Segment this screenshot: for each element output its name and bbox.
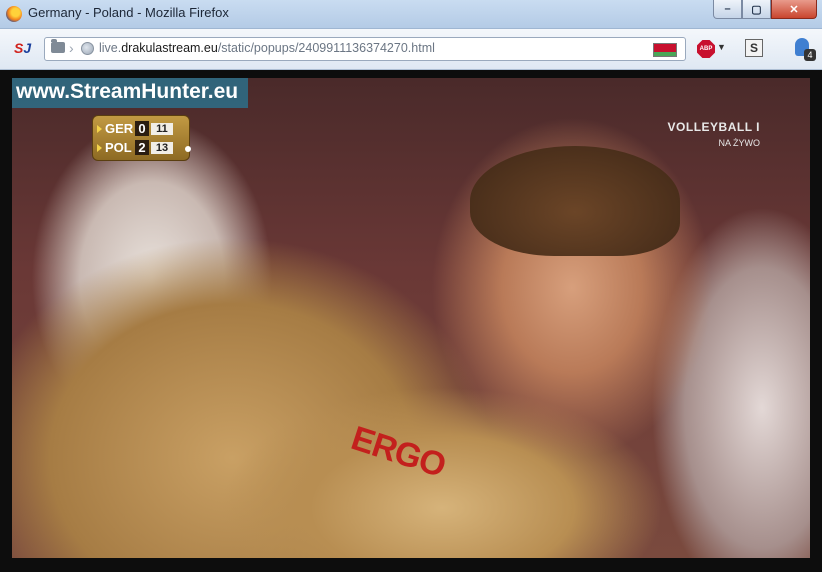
team-points: 13 — [151, 141, 173, 154]
close-button[interactable]: ✕ — [771, 0, 817, 19]
channel-name: VOLLEYBALL — [667, 120, 753, 134]
team-sets: 2 — [135, 140, 149, 155]
s-extension-icon[interactable]: S — [745, 39, 763, 57]
team-marker-icon — [97, 124, 102, 133]
stream-watermark: www.StreamHunter.eu — [12, 78, 249, 108]
url-text[interactable]: live.drakulastream.eu/static/popups/2409… — [99, 41, 435, 55]
team-marker-icon — [97, 143, 102, 152]
globe-icon[interactable] — [81, 42, 94, 55]
channel-logo: VOLLEYBALL I NA ŻYWO — [668, 120, 760, 148]
minimize-button[interactable]: – — [713, 0, 742, 19]
channel-suffix: I — [756, 120, 760, 134]
score-row-ger: GER 0 11 — [97, 119, 185, 138]
title-bar: Germany - Poland - Mozilla Firefox – ▢ ✕ — [0, 0, 822, 29]
url-path: /static/popups/2409911136374270.html — [217, 41, 435, 55]
chevron-right-icon: › — [69, 40, 74, 56]
score-row-pol: POL 2 13 — [97, 138, 185, 157]
sj-extension-icon[interactable]: SJ — [14, 40, 34, 58]
scoreboard: GER 0 11 POL 2 13 — [92, 115, 191, 161]
serve-indicator-icon — [185, 146, 191, 152]
maximize-button[interactable]: ▢ — [742, 0, 771, 19]
live-indicator: NA ŻYWO — [718, 138, 760, 148]
notification-badge: 4 — [804, 49, 816, 61]
url-bar[interactable]: › live.drakulastream.eu/static/popups/24… — [44, 37, 686, 61]
chevron-down-icon[interactable]: ▼ — [717, 42, 726, 52]
url-prefix: live. — [99, 41, 122, 55]
navigation-toolbar: SJ › live.drakulastream.eu/static/popups… — [0, 29, 822, 70]
team-sets: 0 — [135, 121, 149, 136]
team-points: 11 — [151, 122, 173, 135]
firefox-icon[interactable] — [6, 6, 22, 22]
sj-logo-s: S — [14, 40, 24, 56]
folder-icon[interactable] — [51, 39, 65, 53]
video-player[interactable]: ERGO www.StreamHunter.eu GER 0 11 POL 2 … — [12, 78, 810, 558]
adblock-plus-icon[interactable]: ABP — [697, 40, 715, 58]
team-name: POL — [105, 140, 132, 155]
belarus-flag-icon[interactable] — [653, 43, 677, 57]
sj-logo-j: J — [23, 40, 32, 56]
url-domain: drakulastream.eu — [121, 41, 218, 55]
window-title: Germany - Poland - Mozilla Firefox — [28, 5, 229, 20]
shirt-sponsor-text: ERGO — [346, 419, 450, 485]
team-name: GER — [105, 121, 134, 136]
player-hair — [470, 146, 680, 256]
video-player-frame: ERGO www.StreamHunter.eu GER 0 11 POL 2 … — [0, 70, 822, 572]
window-controls: – ▢ ✕ — [713, 0, 817, 20]
